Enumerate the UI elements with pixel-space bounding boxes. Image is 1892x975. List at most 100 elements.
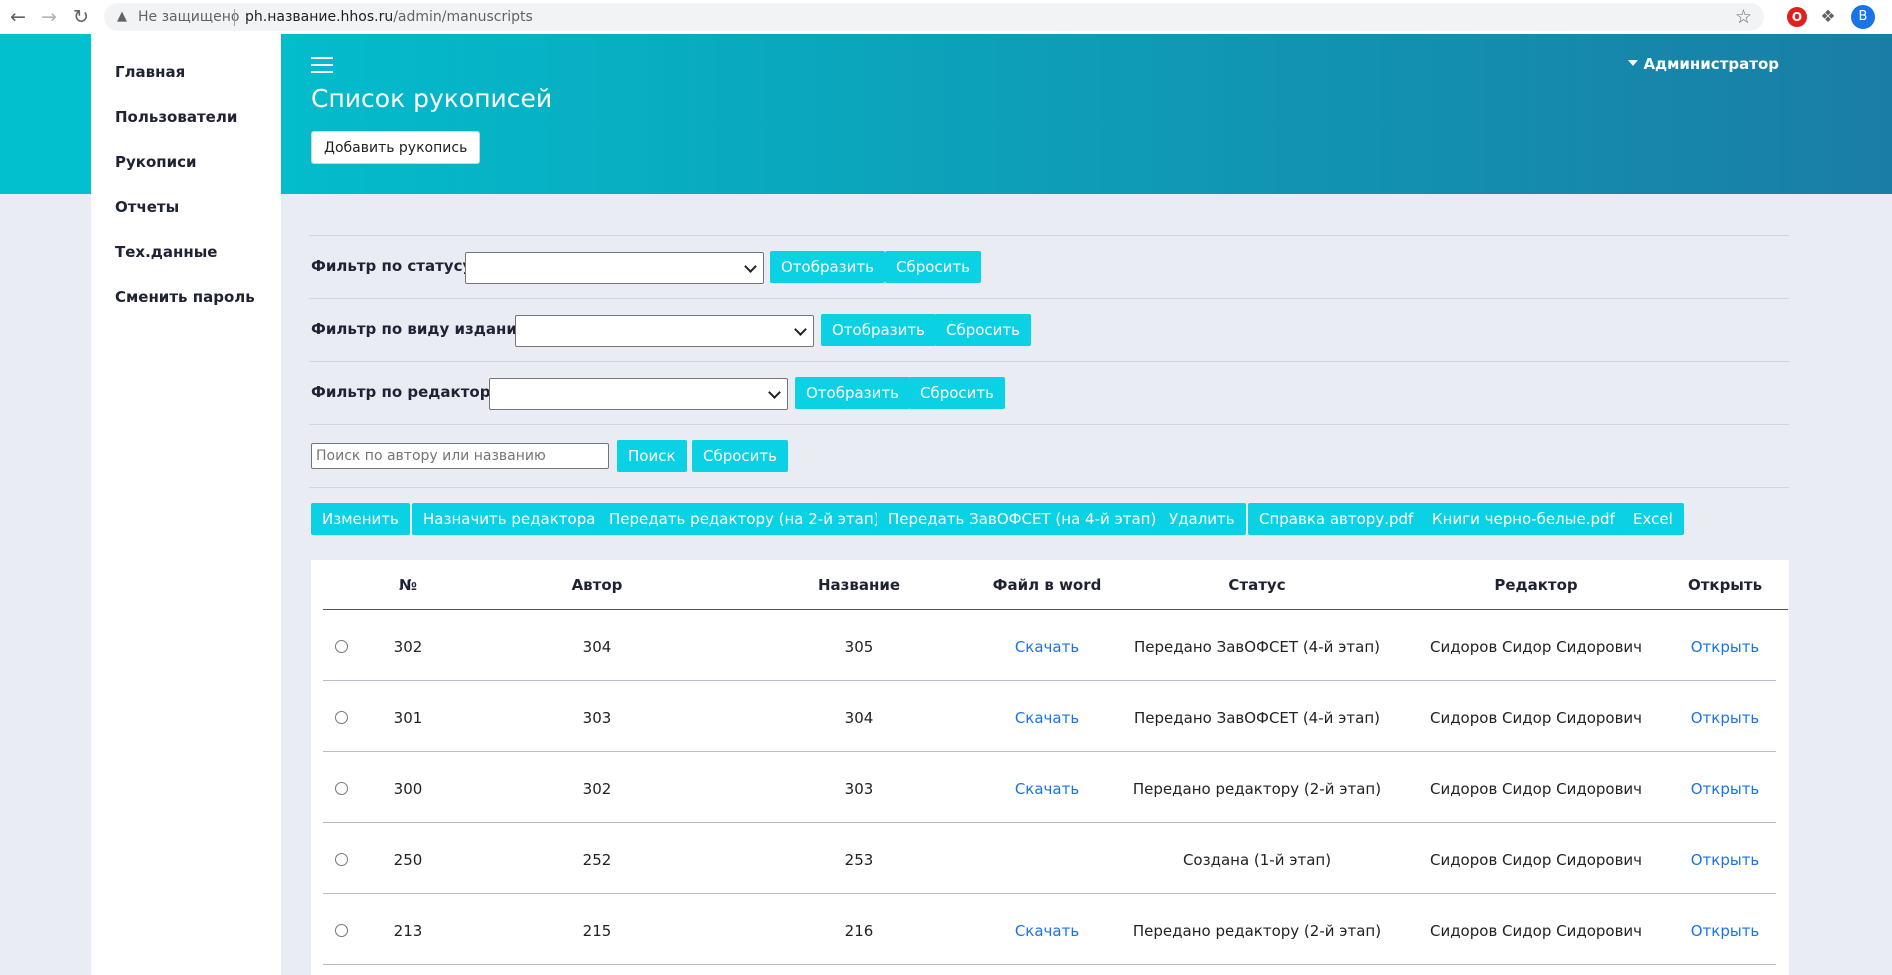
add-manuscript-button[interactable]: Добавить рукопись bbox=[311, 131, 481, 164]
download-link[interactable]: Скачать bbox=[1015, 922, 1079, 940]
manuscripts-table: № Автор Название Файл в word Статус Реда… bbox=[311, 560, 1789, 975]
sidebar-item-change-password[interactable]: Сменить пароль bbox=[115, 288, 255, 306]
open-link[interactable]: Открыть bbox=[1691, 780, 1760, 798]
column-header-title: Название bbox=[817, 576, 901, 594]
cell-title: 304 bbox=[844, 709, 874, 727]
url-path: /admin/manuscripts bbox=[393, 9, 533, 25]
row-select-radio[interactable] bbox=[335, 853, 348, 866]
security-status[interactable]: Не защищено bbox=[138, 9, 239, 25]
row-select-radio[interactable] bbox=[335, 640, 348, 653]
open-link[interactable]: Открыть bbox=[1691, 922, 1760, 940]
divider bbox=[309, 361, 1789, 362]
bw-books-pdf-button[interactable]: Книги черно-белые.pdf bbox=[1421, 503, 1626, 535]
cell-title: 303 bbox=[844, 780, 874, 798]
editor-filter-apply-button[interactable]: Отобразить bbox=[795, 377, 910, 409]
author-reference-pdf-button[interactable]: Справка автору.pdf bbox=[1248, 503, 1425, 535]
cell-editor: Сидоров Сидор Сидорович bbox=[1429, 922, 1643, 940]
open-link[interactable]: Открыть bbox=[1691, 851, 1760, 869]
bookmark-star-icon[interactable]: ☆ bbox=[1735, 6, 1752, 28]
cell-editor: Сидоров Сидор Сидорович bbox=[1429, 851, 1643, 869]
row-select-radio[interactable] bbox=[335, 924, 348, 937]
search-reset-button[interactable]: Сбросить bbox=[692, 440, 788, 472]
user-menu[interactable]: Администратор bbox=[1628, 55, 1779, 73]
caret-down-icon bbox=[1628, 59, 1639, 66]
assign-editor-button[interactable]: Назначить редактора bbox=[412, 503, 607, 535]
cell-title: 253 bbox=[844, 851, 874, 869]
download-link[interactable]: Скачать bbox=[1015, 780, 1079, 798]
status-filter-apply-button[interactable]: Отобразить bbox=[770, 251, 885, 283]
reload-icon[interactable]: ↻ bbox=[69, 5, 93, 29]
page-title: Список рукописей bbox=[311, 84, 553, 113]
chevron-down-icon bbox=[768, 386, 781, 399]
divider bbox=[309, 487, 1789, 488]
sidebar-item-home[interactable]: Главная bbox=[115, 63, 185, 81]
download-link[interactable]: Скачать bbox=[1015, 638, 1079, 656]
send-to-editor-button[interactable]: Передать редактору (на 2-й этап) bbox=[598, 503, 891, 535]
row-select-radio[interactable] bbox=[335, 782, 348, 795]
search-input[interactable] bbox=[311, 443, 609, 469]
row-select-radio[interactable] bbox=[335, 711, 348, 724]
cell-title: 305 bbox=[844, 638, 874, 656]
cell-editor: Сидоров Сидор Сидорович bbox=[1429, 709, 1643, 727]
column-header-author: Автор bbox=[571, 576, 623, 594]
chevron-down-icon bbox=[744, 260, 757, 273]
forward-arrow-icon[interactable]: → bbox=[37, 5, 61, 29]
cell-status: Передано ЗавОФСЕТ (4-й этап) bbox=[1134, 638, 1380, 656]
cell-status: Передано редактору (2-й этап) bbox=[1132, 922, 1382, 940]
row-divider bbox=[323, 964, 1776, 965]
profile-avatar[interactable]: B bbox=[1851, 5, 1875, 29]
table-row: 302 304 305 Скачать Передано ЗавОФСЕТ (4… bbox=[311, 610, 1789, 681]
status-filter-reset-button[interactable]: Сбросить bbox=[885, 251, 981, 283]
user-menu-label: Администратор bbox=[1643, 55, 1779, 73]
cell-number: 250 bbox=[393, 851, 423, 869]
sidebar-item-reports[interactable]: Отчеты bbox=[115, 198, 179, 216]
column-header-status: Статус bbox=[1228, 576, 1286, 594]
download-link[interactable]: Скачать bbox=[1015, 709, 1079, 727]
warning-icon: ▲ bbox=[117, 9, 127, 24]
edition-filter-apply-button[interactable]: Отобразить bbox=[821, 314, 936, 346]
cell-author: 215 bbox=[582, 922, 612, 940]
extensions-puzzle-icon[interactable]: ❖ bbox=[1818, 7, 1838, 27]
excel-export-button[interactable]: Excel bbox=[1622, 503, 1684, 535]
cell-number: 300 bbox=[393, 780, 423, 798]
cell-number: 302 bbox=[393, 638, 423, 656]
open-link[interactable]: Открыть bbox=[1691, 709, 1760, 727]
sidebar-item-tech-data[interactable]: Тех.данные bbox=[115, 243, 217, 261]
table-row: 250 252 253 Создана (1-й этап) Сидоров С… bbox=[311, 823, 1789, 894]
sidebar-item-users[interactable]: Пользователи bbox=[115, 108, 237, 126]
cell-status: Передано ЗавОФСЕТ (4-й этап) bbox=[1134, 709, 1380, 727]
editor-filter-select[interactable] bbox=[489, 378, 788, 410]
divider bbox=[309, 298, 1789, 299]
cell-author: 304 bbox=[582, 638, 612, 656]
table-row: 213 215 216 Скачать Передано редактору (… bbox=[311, 894, 1789, 965]
editor-filter-reset-button[interactable]: Сбросить bbox=[909, 377, 1005, 409]
left-accent bbox=[0, 34, 91, 194]
status-filter-select[interactable] bbox=[465, 252, 764, 284]
column-header-word-file: Файл в word bbox=[992, 576, 1102, 594]
column-header-open: Открыть bbox=[1687, 576, 1763, 594]
cell-editor: Сидоров Сидор Сидорович bbox=[1429, 638, 1643, 656]
delete-button[interactable]: Удалить bbox=[1158, 503, 1246, 535]
open-link[interactable]: Открыть bbox=[1691, 638, 1760, 656]
editor-filter-label: Фильтр по редактору bbox=[311, 383, 501, 401]
url-text[interactable]: ph.название.hhos.ru/admin/manuscripts bbox=[245, 9, 533, 25]
cell-editor: Сидоров Сидор Сидорович bbox=[1429, 780, 1643, 798]
status-filter-label: Фильтр по статусу bbox=[311, 257, 473, 275]
divider bbox=[234, 9, 235, 26]
chevron-down-icon bbox=[794, 323, 807, 336]
edition-filter-reset-button[interactable]: Сбросить bbox=[935, 314, 1031, 346]
cell-author: 252 bbox=[582, 851, 612, 869]
cell-number: 213 bbox=[393, 922, 423, 940]
send-to-offset-button[interactable]: Передать ЗавОФСЕТ (на 4-й этап) bbox=[877, 503, 1168, 535]
search-button[interactable]: Поиск bbox=[617, 440, 687, 472]
edit-button[interactable]: Изменить bbox=[311, 503, 410, 535]
sidebar: Главная Пользователи Рукописи Отчеты Тех… bbox=[91, 34, 281, 975]
adblock-extension-icon[interactable]: O bbox=[1787, 7, 1807, 27]
hamburger-menu-icon[interactable] bbox=[311, 57, 333, 73]
browser-toolbar: ← → ↻ ▲ Не защищено ph.название.hhos.ru/… bbox=[0, 0, 1892, 35]
address-bar[interactable]: ▲ Не защищено ph.название.hhos.ru/admin/… bbox=[104, 3, 1764, 31]
edition-filter-select[interactable] bbox=[515, 315, 814, 347]
back-arrow-icon[interactable]: ← bbox=[6, 5, 30, 29]
sidebar-item-manuscripts[interactable]: Рукописи bbox=[115, 153, 197, 171]
cell-author: 303 bbox=[582, 709, 612, 727]
